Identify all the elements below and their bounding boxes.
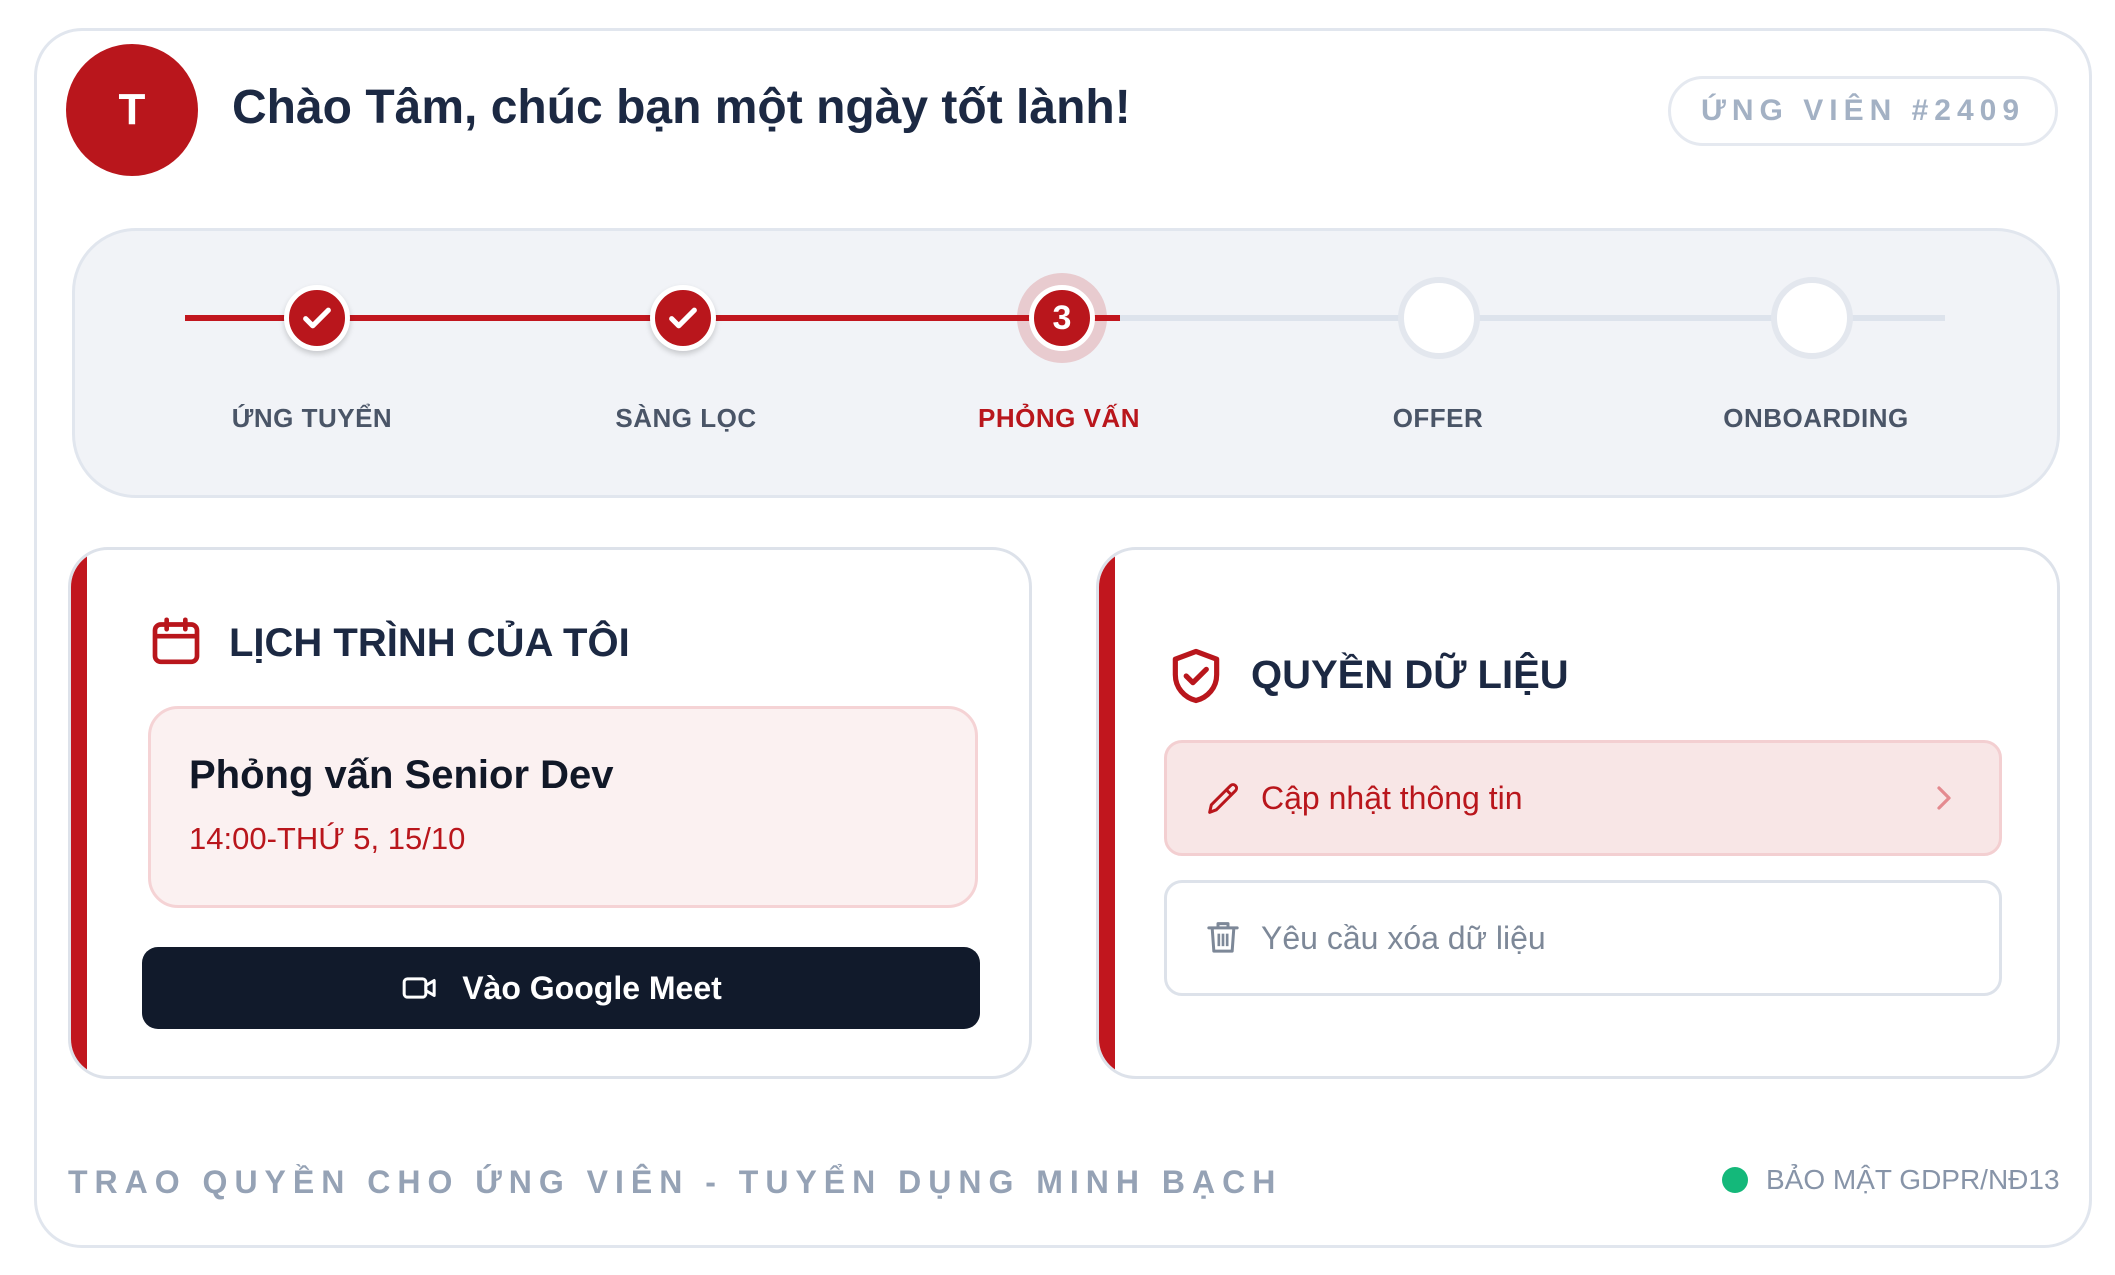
calendar-icon xyxy=(152,617,200,665)
step-1-done-marker xyxy=(284,285,350,351)
join-google-meet-button[interactable]: Vào Google Meet xyxy=(142,947,980,1029)
data-rights-title: QUYỀN DỮ LIỆU xyxy=(1251,653,1569,697)
update-info-button[interactable]: Cập nhật thông tin xyxy=(1164,740,2002,856)
step-4-todo-marker xyxy=(1398,277,1480,359)
video-camera-icon xyxy=(402,977,436,999)
application-progress-stepper: 3 ỨNG TUYỂN SÀNG LỌC PHỎNG VẤN OFFER ONB… xyxy=(72,228,2060,498)
step-2-done-marker xyxy=(650,285,716,351)
step-3-current-marker: 3 xyxy=(1029,285,1095,351)
schedule-panel: LỊCH TRÌNH CỦA TÔI Phỏng vấn Senior Dev … xyxy=(68,547,1032,1079)
shield-check-icon xyxy=(1172,648,1220,704)
candidate-id-text: ỨNG VIÊN #2409 xyxy=(1701,94,2025,127)
step-label-onboarding: ONBOARDING xyxy=(1723,403,1909,433)
trash-icon xyxy=(1207,922,1239,953)
avatar-initial: T xyxy=(118,85,146,134)
security-badge: BẢO MẬT GDPR/NĐ13 xyxy=(1722,1164,2060,1196)
greeting-title: Chào Tâm, chúc bạn một ngày tốt lành! xyxy=(232,81,1131,134)
step-3-number: 3 xyxy=(1052,298,1072,337)
security-status-dot xyxy=(1722,1167,1748,1193)
interview-event-card[interactable]: Phỏng vấn Senior Dev 14:00-THỨ 5, 15/10 xyxy=(148,706,978,908)
step-label-apply: ỨNG TUYỂN xyxy=(231,403,393,433)
update-info-label: Cập nhật thông tin xyxy=(1261,779,1523,816)
request-data-deletion-button[interactable]: Yêu cầu xóa dữ liệu xyxy=(1164,880,2002,996)
check-icon xyxy=(669,307,697,329)
request-data-deletion-label: Yêu cầu xóa dữ liệu xyxy=(1261,919,1546,956)
candidate-id-badge: ỨNG VIÊN #2409 xyxy=(1668,76,2058,146)
step-5-todo-marker xyxy=(1771,277,1853,359)
chevron-right-icon xyxy=(1937,786,1951,810)
footer-tagline: TRAO QUYỀN CHO ỨNG VIÊN - TUYỂN DỤNG MIN… xyxy=(68,1164,1283,1200)
avatar: T xyxy=(66,44,198,176)
check-icon xyxy=(303,307,331,329)
step-label-screening: SÀNG LỌC xyxy=(615,403,757,433)
event-time: 14:00-THỨ 5, 15/10 xyxy=(189,821,466,856)
security-label: BẢO MẬT GDPR/NĐ13 xyxy=(1766,1164,2060,1195)
step-label-interview: PHỎNG VẤN xyxy=(978,403,1140,433)
data-rights-panel: QUYỀN DỮ LIỆU Cập nhật thông tin Yêu cầu… xyxy=(1096,547,2060,1079)
pencil-icon xyxy=(1208,783,1239,814)
step-label-offer: OFFER xyxy=(1392,403,1484,433)
join-google-meet-label: Vào Google Meet xyxy=(462,969,722,1006)
schedule-title: LỊCH TRÌNH CỦA TÔI xyxy=(229,621,630,665)
event-title: Phỏng vấn Senior Dev xyxy=(189,753,614,797)
